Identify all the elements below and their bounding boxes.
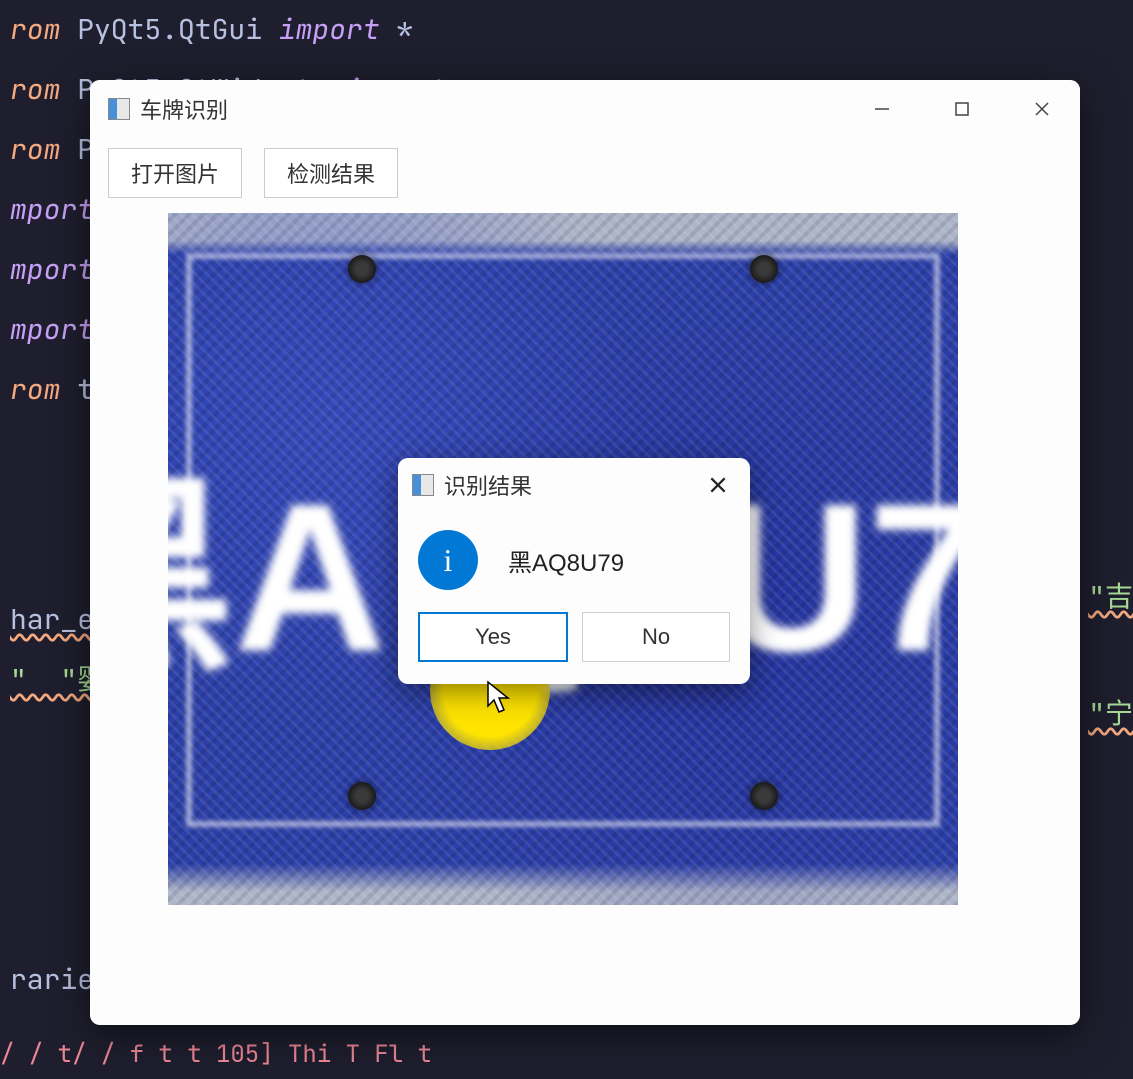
- message-dialog: 识别结果 i 黑AQ8U79 Yes No: [398, 458, 750, 684]
- kw-import: mport: [10, 251, 94, 288]
- bolt-icon: [750, 255, 778, 283]
- no-button[interactable]: No: [582, 612, 730, 662]
- code-text: t: [60, 371, 94, 408]
- dialog-message: 黑AQ8U79: [508, 543, 624, 578]
- minimize-button[interactable]: [862, 89, 902, 129]
- kw-import: mport: [10, 311, 94, 348]
- open-image-button[interactable]: 打开图片: [108, 148, 242, 198]
- dialog-close-button[interactable]: [700, 467, 736, 503]
- kw-from: rom: [10, 371, 60, 408]
- dialog-title: 识别结果: [444, 469, 700, 501]
- bolt-icon: [750, 782, 778, 810]
- app-icon: [108, 98, 130, 120]
- maximize-button[interactable]: [942, 89, 982, 129]
- code-string-right: "吉: [1088, 575, 1133, 615]
- code-string-right: "宁: [1088, 692, 1133, 732]
- kw-from: rom: [10, 11, 60, 48]
- kw-from: rom: [10, 71, 60, 108]
- maximize-icon: [953, 100, 971, 118]
- close-button[interactable]: [1022, 89, 1062, 129]
- kw-import: mport: [10, 191, 94, 228]
- info-icon: i: [418, 530, 478, 590]
- dialog-body: i 黑AQ8U79: [398, 512, 750, 600]
- dialog-titlebar[interactable]: 识别结果: [398, 458, 750, 512]
- code-var: har_e: [10, 601, 94, 638]
- app-icon: [412, 474, 434, 496]
- code-text: rarie: [10, 961, 94, 998]
- toolbar: 打开图片 检测结果: [90, 138, 1080, 208]
- bolt-icon: [348, 782, 376, 810]
- close-icon: [708, 475, 728, 495]
- window-title: 车牌识别: [140, 93, 862, 125]
- code-text: PyQt5.QtGui: [60, 11, 278, 48]
- titlebar[interactable]: 车牌识别: [90, 80, 1080, 138]
- minimize-icon: [873, 100, 891, 118]
- detect-result-button[interactable]: 检测结果: [264, 148, 398, 198]
- console-output: / / t/ / f t t 105] Thi T Fl t: [0, 1024, 1133, 1079]
- close-icon: [1033, 100, 1051, 118]
- code-text: *: [380, 11, 414, 48]
- kw-from: rom: [10, 131, 60, 168]
- code-text: P: [60, 131, 94, 168]
- bolt-icon: [348, 255, 376, 283]
- kw-import: import: [279, 11, 380, 48]
- yes-button[interactable]: Yes: [418, 612, 568, 662]
- dialog-buttons: Yes No: [398, 600, 750, 684]
